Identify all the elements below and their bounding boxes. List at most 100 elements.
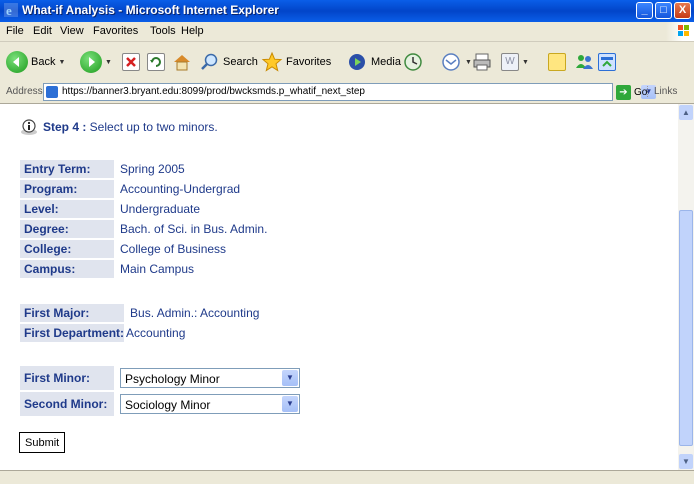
messenger-icon: [576, 55, 593, 69]
first-major-label: First Major:: [20, 304, 125, 322]
go-button[interactable]: ➔ Go: [616, 84, 647, 100]
edit-dropdown-icon[interactable]: ▼: [522, 59, 529, 66]
links-toolbar[interactable]: Links: [647, 86, 677, 97]
menu-help[interactable]: Help: [181, 25, 204, 37]
stop-button[interactable]: [122, 48, 140, 76]
mail-dropdown-icon[interactable]: ▼: [465, 59, 472, 66]
scroll-thumb[interactable]: [679, 210, 693, 446]
printer-icon: [473, 53, 491, 71]
entry-term-value: Spring 2005: [120, 162, 185, 176]
windows-logo-icon: [666, 22, 694, 41]
college-label: College:: [20, 240, 114, 258]
table-row: College: College of Business: [20, 240, 271, 258]
scroll-down-icon[interactable]: ▼: [679, 454, 693, 469]
page-content: Step 4 : Select up to two minors. Entry …: [0, 104, 678, 470]
table-row: Entry Term: Spring 2005: [20, 160, 271, 178]
research-icon: [598, 53, 616, 71]
campus-label: Campus:: [20, 260, 114, 278]
program-label: Program:: [20, 180, 114, 198]
home-icon: [174, 55, 190, 71]
step-number: Step 4 :: [43, 120, 87, 134]
first-department-value: Accounting: [126, 326, 186, 340]
forward-arrow-icon: [80, 51, 102, 73]
chevron-down-icon[interactable]: ▼: [282, 396, 298, 412]
back-arrow-icon: [6, 51, 28, 73]
research-button[interactable]: [598, 48, 616, 76]
search-icon: [201, 53, 218, 70]
stop-icon: [122, 53, 140, 71]
back-dropdown-icon[interactable]: ▼: [58, 59, 65, 66]
degree-label: Degree:: [20, 220, 114, 238]
scroll-up-icon[interactable]: ▲: [679, 105, 693, 120]
page-icon: [46, 86, 58, 98]
table-row: Level: Undergraduate: [20, 200, 271, 218]
table-row: First Major: Bus. Admin.: Accounting: [20, 304, 263, 322]
college-value: College of Business: [120, 242, 227, 256]
submit-button[interactable]: Submit: [19, 432, 66, 453]
address-label: Address: [6, 86, 43, 97]
word-icon: W: [501, 53, 519, 71]
minor-selection-table: First Minor: Psychology Minor ▼ Second M…: [18, 364, 306, 418]
print-button[interactable]: [472, 48, 492, 76]
major-info-table: First Major: Bus. Admin.: Accounting Firs…: [18, 302, 265, 344]
vertical-scrollbar[interactable]: ▲ ▼: [678, 104, 694, 470]
minimize-button[interactable]: _: [636, 2, 653, 19]
back-label: Back: [31, 56, 56, 68]
search-label: Search: [223, 56, 258, 68]
refresh-icon: [147, 53, 165, 71]
table-row: First Department: Accounting: [20, 324, 263, 342]
table-row: First Minor: Psychology Minor ▼: [20, 366, 304, 390]
mail-button[interactable]: ▼: [440, 48, 472, 76]
forward-dropdown-icon[interactable]: ▼: [105, 59, 112, 66]
history-button[interactable]: [402, 48, 424, 76]
close-button[interactable]: X: [674, 2, 691, 19]
messenger-button[interactable]: [573, 48, 595, 76]
first-major-value: Bus. Admin.: Accounting: [130, 306, 260, 320]
first-minor-label: First Minor:: [20, 366, 114, 390]
back-button[interactable]: Back ▼: [6, 48, 65, 76]
chevron-down-icon[interactable]: ▼: [282, 370, 298, 386]
step-instruction: Select up to two minors.: [86, 120, 218, 134]
mail-icon: [442, 53, 460, 71]
star-icon: [261, 51, 283, 72]
menu-favorites[interactable]: Favorites: [93, 25, 138, 37]
first-department-label: First Department:: [20, 324, 125, 342]
level-value: Undergraduate: [120, 202, 201, 216]
edit-word-button[interactable]: W ▼: [501, 48, 529, 76]
discuss-button[interactable]: [548, 48, 566, 76]
ie-logo-icon: e: [4, 3, 18, 17]
media-button[interactable]: Media: [346, 48, 401, 76]
window-title: What-if Analysis - Microsoft Internet Ex…: [22, 3, 279, 17]
table-row: Program: Accounting-Undergrad: [20, 180, 271, 198]
second-minor-selected: Sociology Minor: [125, 398, 211, 412]
menu-edit[interactable]: Edit: [33, 25, 52, 37]
level-label: Level:: [20, 200, 114, 218]
menu-view[interactable]: View: [60, 25, 84, 37]
menu-tools[interactable]: Tools: [150, 25, 176, 37]
toolbar: Back ▼ ▼ Search Favorites Media ▼ W ▼: [0, 42, 694, 83]
first-minor-select[interactable]: Psychology Minor ▼: [120, 368, 300, 388]
second-minor-cell: Sociology Minor ▼: [116, 392, 304, 416]
menu-bar: File Edit View Favorites Tools Help: [0, 22, 694, 42]
address-bar: Address https://banner3.bryant.edu:8099/…: [0, 82, 694, 104]
table-row: Campus: Main Campus: [20, 260, 271, 278]
second-minor-select[interactable]: Sociology Minor ▼: [120, 394, 300, 414]
go-arrow-icon: ➔: [616, 84, 631, 100]
refresh-button[interactable]: [147, 48, 165, 76]
notes-icon: [548, 53, 566, 71]
home-button[interactable]: [171, 48, 193, 76]
degree-value: Bach. of Sci. in Bus. Admin.: [120, 222, 268, 236]
info-icon: [21, 119, 37, 135]
search-button[interactable]: Search: [200, 48, 258, 76]
forward-button[interactable]: ▼: [80, 48, 112, 76]
campus-value: Main Campus: [120, 262, 195, 276]
go-label: Go: [634, 86, 648, 98]
maximize-button[interactable]: □: [655, 2, 672, 19]
status-bar: [0, 470, 694, 484]
favorites-button[interactable]: Favorites: [261, 48, 331, 76]
favorites-label: Favorites: [286, 56, 332, 68]
first-minor-selected: Psychology Minor: [125, 372, 220, 386]
menu-file[interactable]: File: [6, 25, 24, 37]
table-row: Second Minor: Sociology Minor ▼: [20, 392, 304, 416]
address-input[interactable]: https://banner3.bryant.edu:8099/prod/bwc…: [43, 83, 656, 101]
